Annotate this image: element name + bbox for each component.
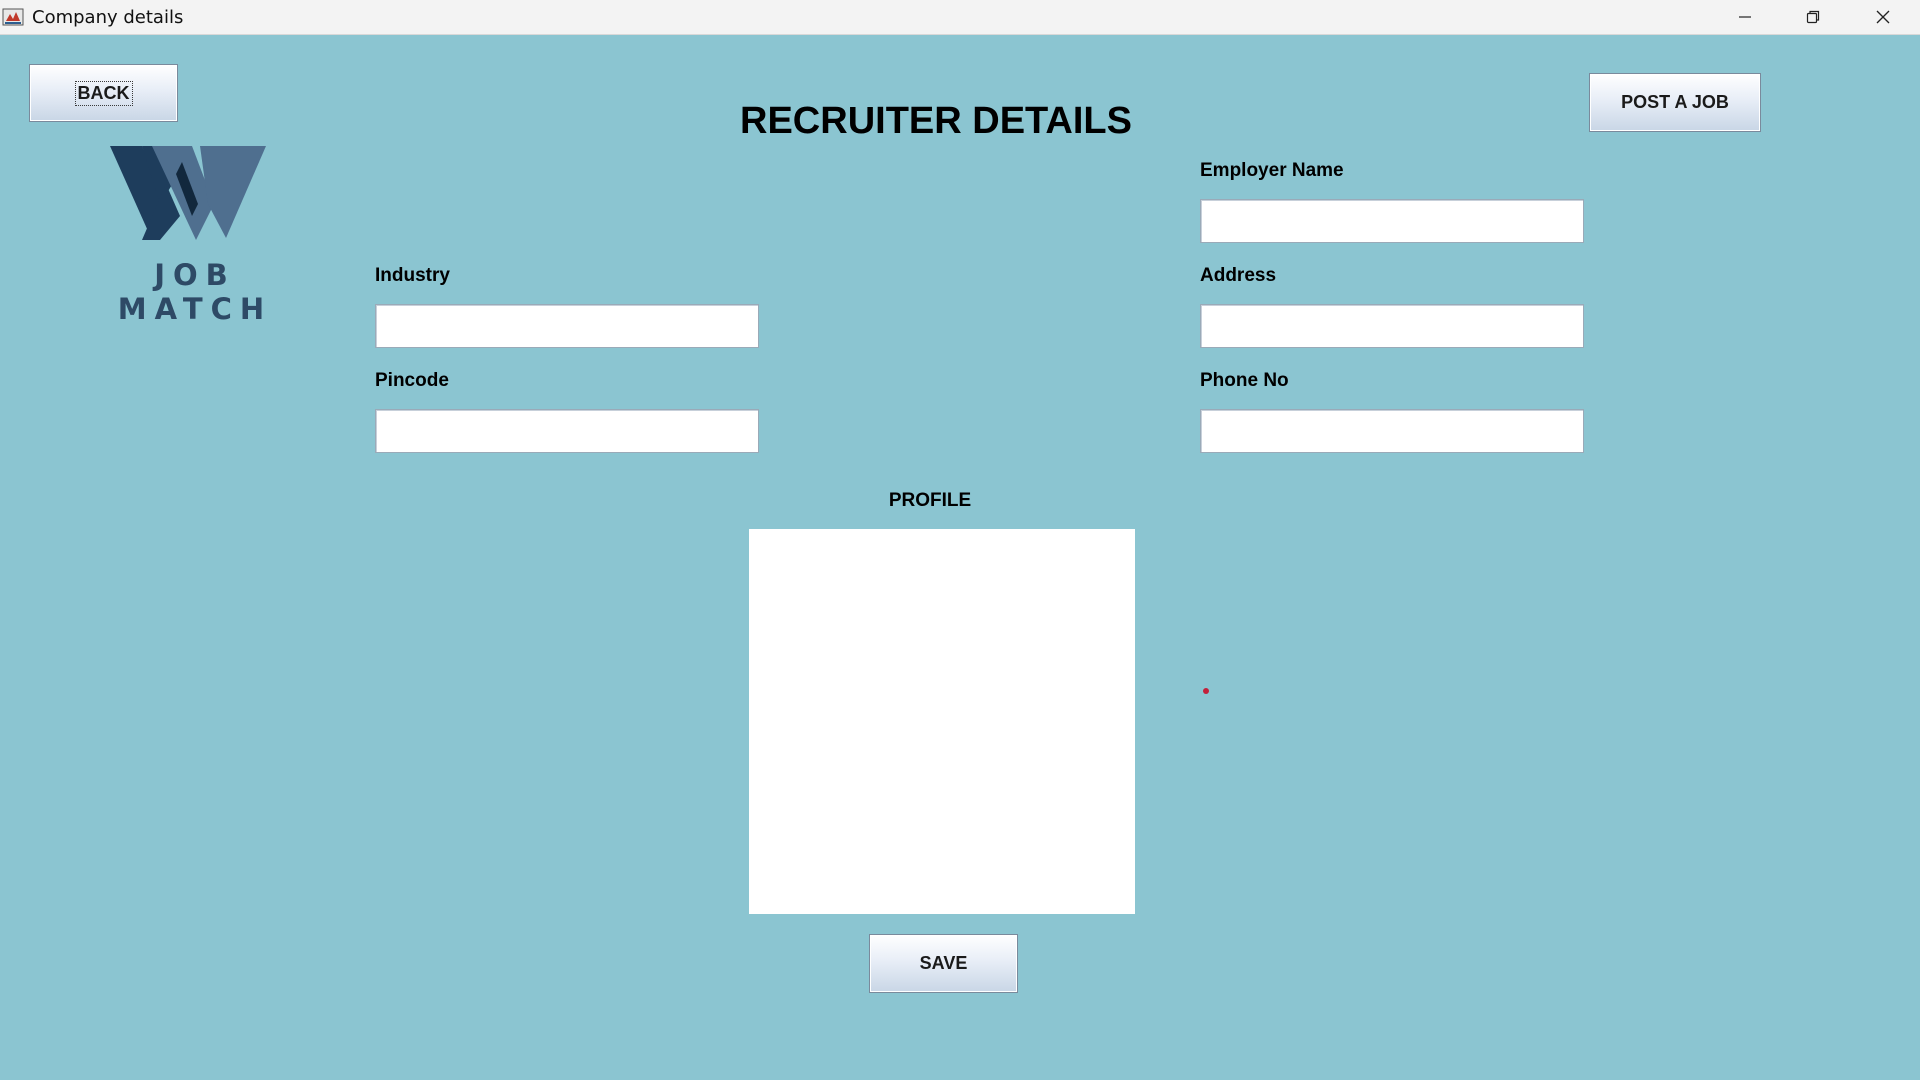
close-icon bbox=[1876, 10, 1890, 24]
cursor-dot bbox=[1203, 688, 1209, 694]
back-button-label: BACK bbox=[74, 80, 133, 106]
restore-icon bbox=[1806, 10, 1820, 24]
page-title: RECRUITER DETAILS bbox=[740, 100, 1132, 142]
address-input[interactable] bbox=[1200, 304, 1584, 348]
window-title: Company details bbox=[32, 7, 184, 28]
back-button[interactable]: BACK bbox=[29, 64, 178, 122]
save-button[interactable]: SAVE bbox=[869, 934, 1018, 993]
restore-button[interactable] bbox=[1778, 0, 1848, 34]
minimize-button[interactable] bbox=[1710, 0, 1780, 34]
employer-name-input[interactable] bbox=[1200, 199, 1584, 243]
title-bar[interactable]: Company details bbox=[0, 0, 1920, 35]
pincode-label: Pincode bbox=[375, 370, 449, 391]
app-window: Company details BACK POST A JOB JOB MATC… bbox=[0, 0, 1920, 1080]
industry-label: Industry bbox=[375, 265, 450, 286]
address-label: Address bbox=[1200, 265, 1277, 286]
phone-no-input[interactable] bbox=[1200, 409, 1584, 453]
phone-no-label: Phone No bbox=[1200, 370, 1289, 391]
pincode-input[interactable] bbox=[375, 409, 759, 453]
java-app-icon bbox=[2, 8, 24, 26]
save-button-label: SAVE bbox=[919, 953, 968, 973]
employer-name-label: Employer Name bbox=[1200, 160, 1344, 181]
industry-input[interactable] bbox=[375, 304, 759, 348]
post-job-button-label: POST A JOB bbox=[1621, 92, 1729, 112]
post-job-button[interactable]: POST A JOB bbox=[1589, 73, 1761, 132]
logo-brand-text: JOB MATCH bbox=[117, 258, 273, 326]
profile-label: PROFILE bbox=[888, 490, 972, 511]
close-button[interactable] bbox=[1848, 0, 1918, 34]
minimize-icon bbox=[1739, 16, 1751, 18]
profile-image-box[interactable] bbox=[749, 529, 1135, 914]
